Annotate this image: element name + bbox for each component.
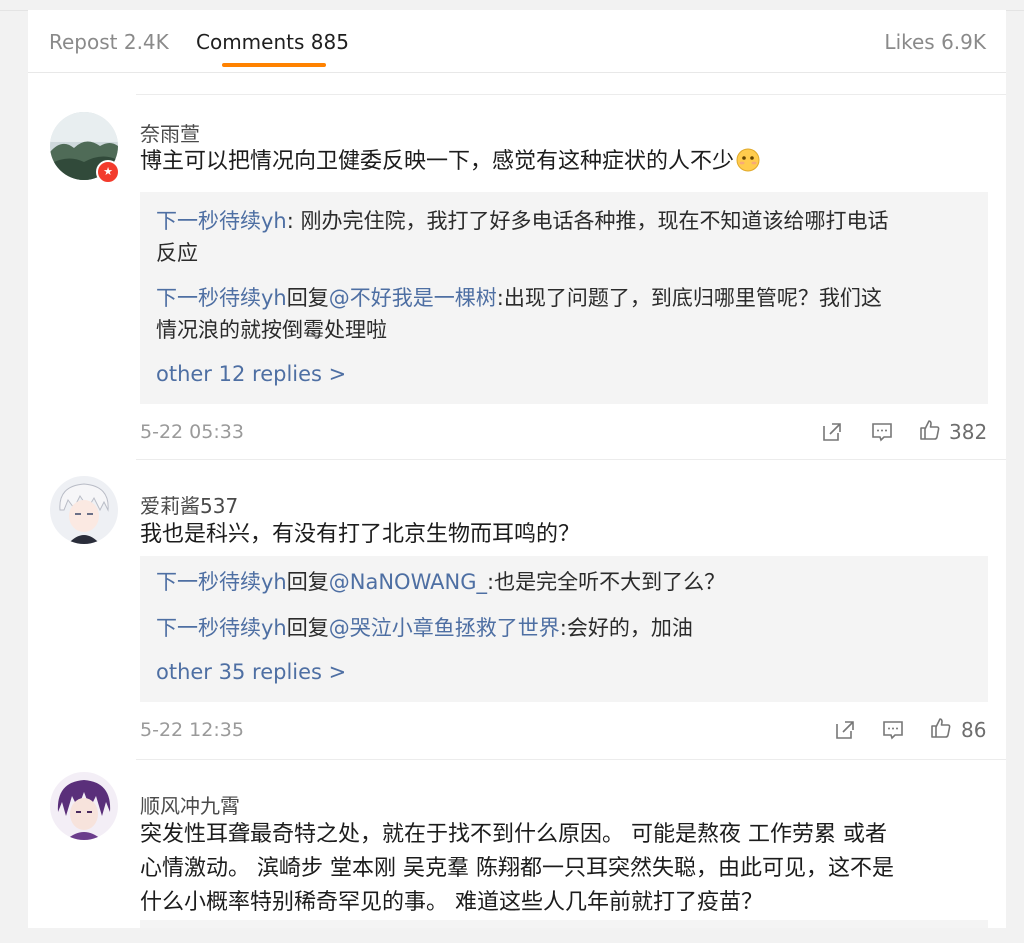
like-icon[interactable] [929, 716, 953, 740]
reply-box: 下一秒待续yh: 刚办完住院，我打了好多电话各种推，现在不知道该给哪打电话 反应… [140, 192, 988, 404]
username[interactable]: 顺风冲九霄 [140, 790, 240, 819]
reply-box [140, 920, 988, 928]
reply-username[interactable]: 下一秒待续yh [156, 209, 287, 233]
divider [136, 94, 1006, 95]
divider [136, 759, 1006, 760]
comment-text: 博主可以把情况向卫健委反映一下，感觉有这种症状的人不少 [140, 145, 985, 179]
reply-username[interactable]: 下一秒待续yh [156, 286, 287, 310]
reply-username[interactable]: 下一秒待续yh [156, 570, 287, 594]
avatar[interactable] [50, 772, 118, 840]
reply-item[interactable]: 下一秒待续yh回复@NaNOWANG_:也是完全听不大到了么？ [156, 566, 976, 598]
comment-icon[interactable] [870, 420, 894, 444]
previous-comment-actions [136, 72, 986, 80]
bottom-strip [0, 928, 1024, 943]
verified-badge-icon: ★ [96, 160, 120, 184]
reply-item[interactable]: 下一秒待续yh回复@不好我是一棵树:出现了问题了，到底归哪里管呢？我们这 [156, 282, 976, 314]
more-replies-link[interactable]: other 12 replies > [156, 362, 346, 386]
comment-text: 突发性耳聋最奇特之处，就在于找不到什么原因。 可能是熬夜 工作劳累 或者 心情激… [140, 822, 894, 915]
share-icon[interactable] [833, 718, 857, 742]
active-tab-indicator [222, 63, 326, 67]
avatar[interactable] [50, 476, 118, 544]
reply-mention[interactable]: @NaNOWANG_ [329, 570, 487, 594]
reply-item-continuation: 反应 [156, 241, 198, 265]
reply-mention[interactable]: @不好我是一棵树 [329, 286, 497, 310]
share-icon[interactable] [820, 420, 844, 444]
comment-text: 我也是科兴，有没有打了北京生物而耳鸣的？ [140, 522, 581, 547]
comment-time: 5-22 05:33 [140, 421, 244, 443]
tab-bar: Repost 2.4K Comments 885 Likes 6.9K [28, 10, 1006, 73]
face-without-mouth-icon [736, 148, 760, 172]
reply-mention[interactable]: @哭泣小章鱼拯救了世界 [329, 616, 560, 640]
like-count: 382 [949, 420, 988, 444]
like-count: 86 [961, 718, 987, 742]
reply-username[interactable]: 下一秒待续yh [156, 616, 287, 640]
tab-repost[interactable]: Repost 2.4K [49, 30, 169, 54]
reply-item[interactable]: 下一秒待续yh: 刚办完住院，我打了好多电话各种推，现在不知道该给哪打电话 [156, 205, 976, 237]
reply-item[interactable]: 下一秒待续yh回复@哭泣小章鱼拯救了世界:会好的，加油 [156, 612, 976, 644]
more-replies-link[interactable]: other 35 replies > [156, 660, 346, 684]
reply-item-continuation: 情况浪的就按倒霉处理啦 [156, 318, 387, 342]
tab-likes[interactable]: Likes 6.9K [884, 30, 986, 54]
username[interactable]: 爱莉酱537 [140, 490, 238, 519]
comment-icon[interactable] [881, 718, 905, 742]
comment-time: 5-22 12:35 [140, 719, 244, 741]
tab-comments[interactable]: Comments 885 [196, 30, 349, 54]
divider [136, 459, 1006, 460]
username[interactable]: 奈雨萱 [140, 118, 200, 147]
like-icon[interactable] [918, 418, 942, 442]
comments-card: Repost 2.4K Comments 885 Likes 6.9K ★ 奈雨… [28, 10, 1006, 928]
reply-box: 下一秒待续yh回复@NaNOWANG_:也是完全听不大到了么？ 下一秒待续yh回… [140, 556, 988, 702]
